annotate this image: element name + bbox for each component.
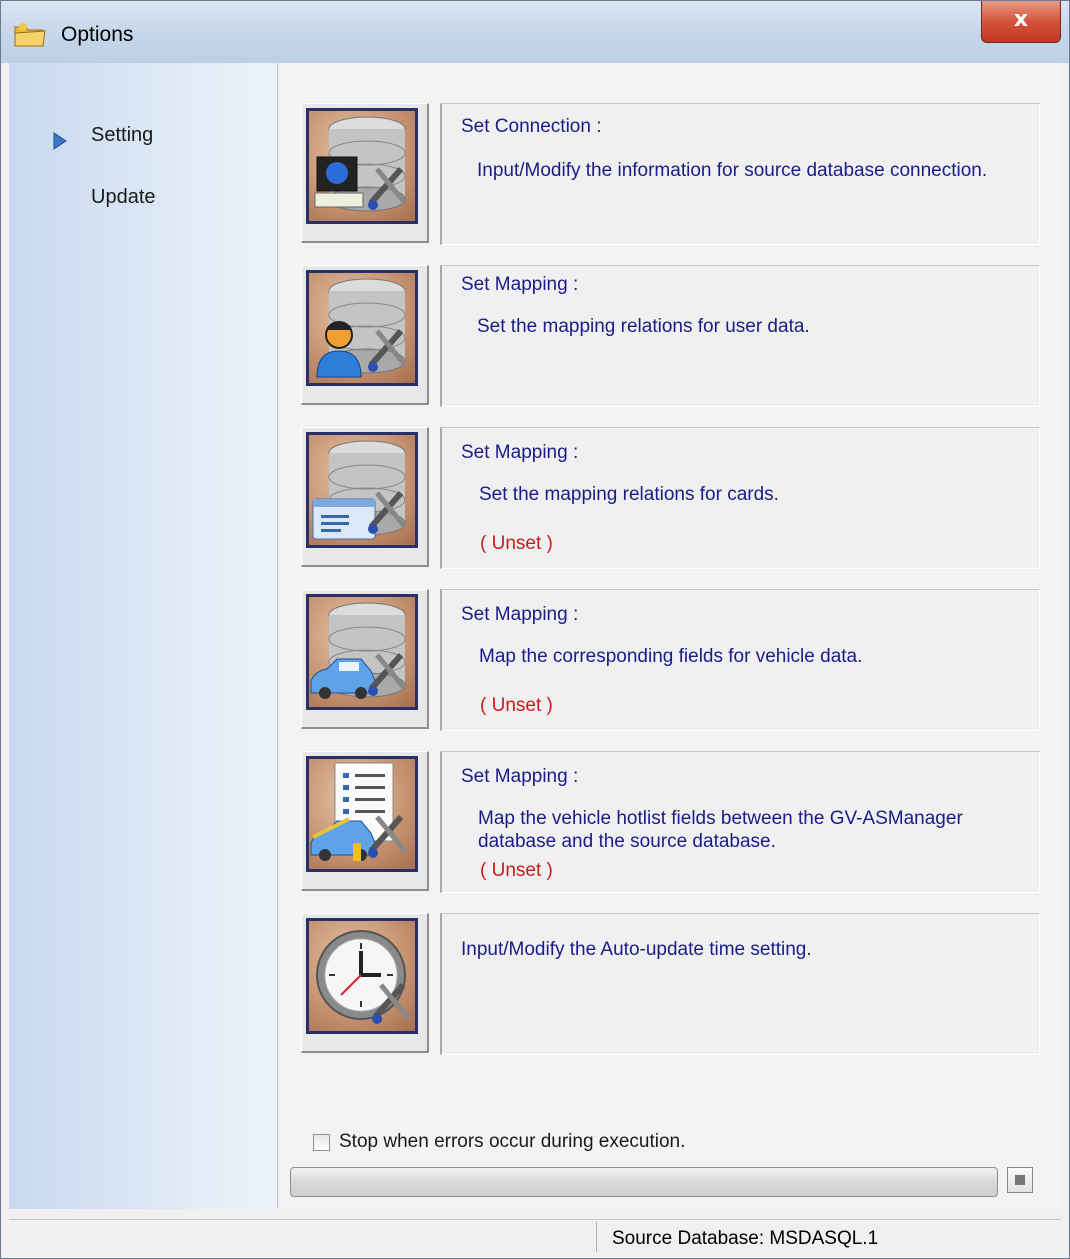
sidebar: Setting Update [9,63,278,1209]
set-user-mapping-title: Set Mapping : [461,274,579,295]
set-card-mapping-title: Set Mapping : [461,442,579,463]
sidebar-item-setting[interactable]: Setting [91,124,153,147]
set-card-mapping-panel: Set Mapping : Set the mapping relations … [440,427,1040,569]
database-card-tools-icon [306,432,418,548]
sidebar-item-update[interactable]: Update [91,186,156,209]
set-vehicle-mapping-status: ( Unset ) [480,695,553,716]
set-user-mapping-description: Set the mapping relations for user data. [477,316,810,337]
stop-button[interactable] [1007,1167,1033,1193]
set-vehicle-mapping-button[interactable] [301,589,429,729]
set-connection-button[interactable] [301,103,429,243]
status-bar: Source Database: MSDASQL.1 [9,1219,1061,1254]
progress-bar [290,1167,998,1197]
set-hotlist-mapping-button[interactable] [301,751,429,891]
set-user-mapping-panel: Set Mapping : Set the mapping relations … [440,265,1040,407]
auto-update-time-description: Input/Modify the Auto-update time settin… [461,939,812,960]
source-database-status: Source Database: MSDASQL.1 [612,1228,879,1249]
hotlist-vehicle-tools-icon [306,756,418,872]
set-hotlist-mapping-title: Set Mapping : [461,766,579,787]
database-computer-tools-icon [306,108,418,224]
set-vehicle-mapping-title: Set Mapping : [461,604,579,625]
status-cell-empty [9,1222,597,1252]
options-window: Options x Setting Update Set Connection … [0,0,1070,1259]
set-hotlist-mapping-status: ( Unset ) [480,860,553,881]
auto-update-time-panel: Input/Modify the Auto-update time settin… [440,913,1040,1055]
clock-tools-icon [306,918,418,1034]
database-vehicle-tools-icon [306,594,418,710]
title-bar[interactable]: Options x [1,1,1069,63]
close-icon: x [1013,6,1029,32]
stop-on-error-checkbox[interactable] [313,1133,330,1151]
set-card-mapping-status: ( Unset ) [480,533,553,554]
folder-icon [14,23,46,47]
set-connection-description: Input/Modify the information for source … [477,160,988,181]
database-user-tools-icon [306,270,418,386]
set-vehicle-mapping-description: Map the corresponding fields for vehicle… [479,646,863,667]
stop-icon [1015,1175,1025,1185]
set-connection-title: Set Connection : [461,116,602,137]
close-button[interactable]: x [981,1,1061,43]
set-card-mapping-description: Set the mapping relations for cards. [479,484,779,505]
set-hotlist-mapping-description: Map the vehicle hotlist fields between t… [478,808,963,852]
set-user-mapping-button[interactable] [301,265,429,405]
stop-on-error-row: Stop when errors occur during execution. [313,1131,685,1153]
set-vehicle-mapping-panel: Set Mapping : Map the corresponding fiel… [440,589,1040,731]
window-title: Options [61,23,134,46]
set-connection-panel: Set Connection : Input/Modify the inform… [440,103,1040,245]
set-card-mapping-button[interactable] [301,427,429,567]
set-hotlist-mapping-panel: Set Mapping : Map the vehicle hotlist fi… [440,751,1040,893]
stop-on-error-label[interactable]: Stop when errors occur during execution. [339,1131,685,1153]
selected-arrow-icon [53,132,67,150]
auto-update-time-button[interactable] [301,913,429,1053]
